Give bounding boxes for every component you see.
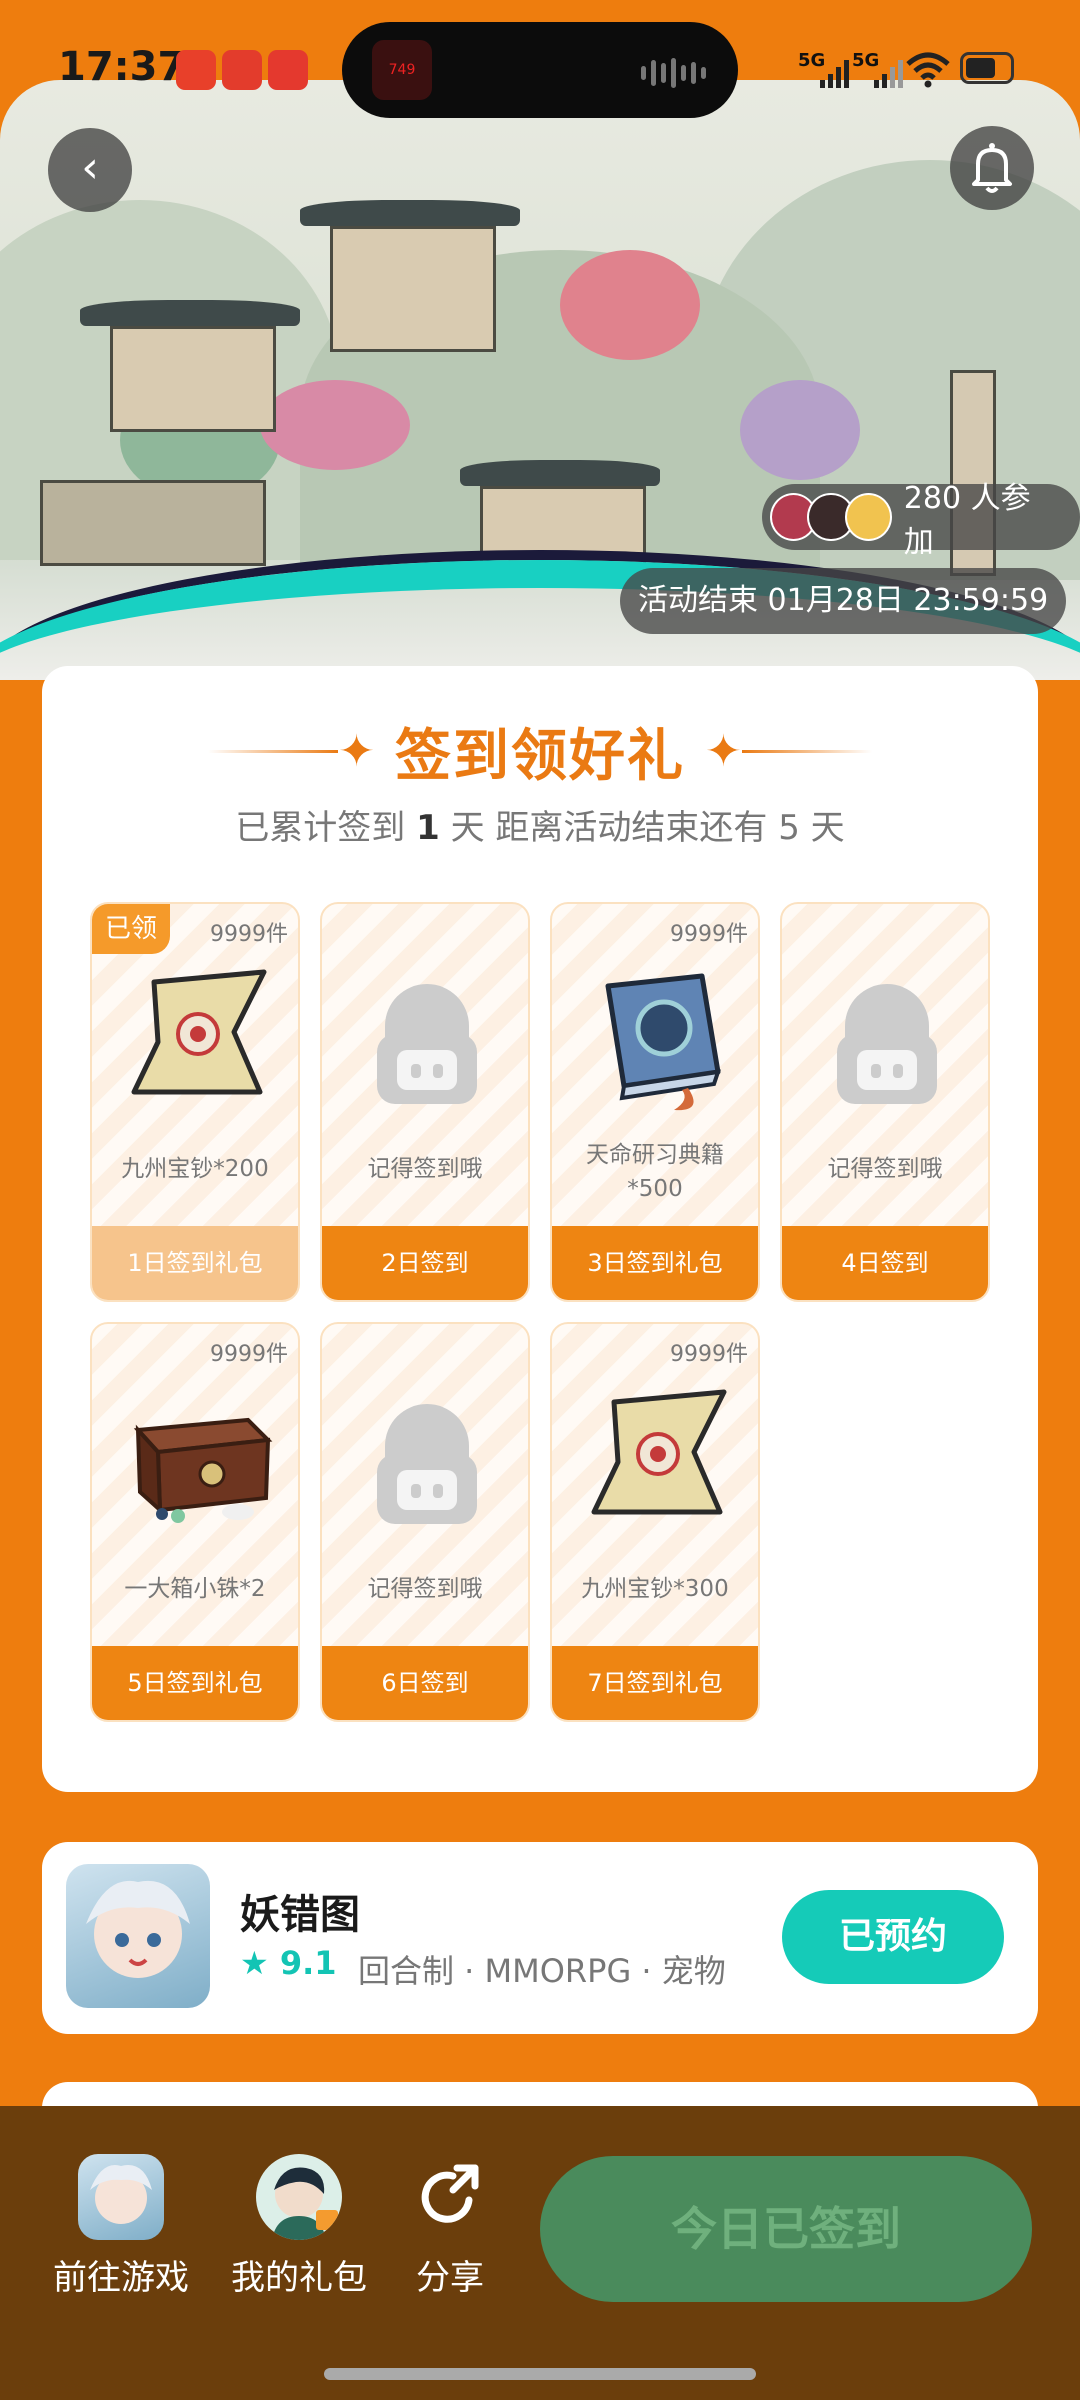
checkin-subtitle: 已累计签到 1 天 距离活动结束还有 5 天	[235, 808, 845, 848]
gift-name: 记得签到哦	[367, 1156, 483, 1182]
toutiao-app-icon	[268, 50, 308, 90]
participants-count: 280 人参加	[903, 481, 1031, 560]
back-button[interactable]: ‹	[48, 128, 132, 212]
chevron-left-icon: ‹	[81, 142, 99, 193]
status-time: 17:37	[58, 44, 186, 90]
reserved-button[interactable]: 已预约	[782, 1890, 1004, 1984]
character-avatar-icon	[256, 2154, 342, 2240]
go-game-label: 前往游戏	[53, 2258, 189, 2298]
news-app-icon	[176, 50, 216, 90]
status-bar: 17:37 749 5G 5G	[0, 0, 1080, 140]
dynamic-island: 749	[342, 22, 738, 118]
signed-today-button[interactable]: 今日已签到	[540, 2156, 1032, 2302]
gift-name: 记得签到哦	[367, 1576, 483, 1602]
share-button[interactable]: 分享	[400, 2154, 500, 2299]
avatar	[844, 493, 892, 541]
gift-day-3[interactable]: 9999件 天命研习典籍 *500 3日签到礼包	[550, 902, 760, 1302]
gift-footer: 7日签到礼包	[552, 1646, 758, 1720]
game-icon	[66, 1864, 210, 2008]
gift-footer: 1日签到礼包	[92, 1226, 298, 1300]
gift-name: 九州宝钞*300	[581, 1576, 729, 1602]
days-signed: 1	[416, 808, 440, 848]
treasure-note-icon	[131, 969, 267, 1095]
game-rating: ★ 9.1	[240, 1944, 337, 1982]
gift-day-1[interactable]: 已领 9999件 九州宝钞*200 1日签到礼包	[90, 902, 300, 1302]
sparkle-icon: ✦	[338, 725, 375, 777]
gift-stock: 9999件	[670, 922, 748, 947]
gift-stock: 9999件	[670, 1342, 748, 1367]
game-name: 妖错图	[240, 1892, 360, 1938]
checkin-title: 签到领好礼	[395, 723, 685, 789]
gift-day-2[interactable]: 记得签到哦 2日签到	[320, 902, 530, 1302]
share-icon	[421, 2164, 479, 2223]
gift-footer: 3日签到礼包	[552, 1226, 758, 1300]
gift-footer: 5日签到礼包	[92, 1646, 298, 1720]
gift-name: 天命研习典籍 *500	[586, 1142, 724, 1202]
placeholder-mascot-icon	[377, 1404, 477, 1524]
star-icon: ★	[240, 1944, 269, 1982]
gift-day-6[interactable]: 记得签到哦 6日签到	[320, 1322, 530, 1722]
audio-wave-icon	[641, 58, 706, 88]
claimed-badge: 已领	[92, 904, 170, 954]
wifi-icon	[906, 52, 950, 88]
my-gifts-button[interactable]: 我的礼包	[226, 2154, 372, 2299]
gift-day-4[interactable]: 记得签到哦 4日签到	[780, 902, 990, 1302]
gift-day-5[interactable]: 9999件 一大箱小铢*2 5日签到礼包	[90, 1322, 300, 1722]
gift-stock: 9999件	[210, 1342, 288, 1367]
game-card[interactable]: 妖错图 ★ 9.1 回合制 · MMORPG · 宠物 已预约	[42, 1842, 1038, 2034]
sparkle-icon: ✦	[705, 725, 742, 777]
share-label: 分享	[416, 2258, 484, 2298]
checkin-card: ✦ 签到领好礼 ✦ 已累计签到 1 天 距离活动结束还有 5 天 已领 9999…	[42, 666, 1038, 1792]
event-end-time: 活动结束 01月28日 23:59:59	[620, 568, 1067, 634]
gift-name: 记得签到哦	[827, 1156, 943, 1182]
gift-footer: 6日签到	[322, 1646, 528, 1720]
gift-day-7[interactable]: 9999件 九州宝钞*300 7日签到礼包	[550, 1322, 760, 1722]
participants-badge: 280 人参加	[762, 481, 1080, 560]
battery-icon	[960, 52, 1014, 84]
gift-footer: 2日签到	[322, 1226, 528, 1300]
shopping-app-icon	[222, 50, 262, 90]
game-tags: 回合制 · MMORPG · 宠物	[358, 1952, 726, 1990]
checkin-title-row: ✦ 签到领好礼 ✦	[42, 716, 1038, 789]
gift-footer: 4日签到	[782, 1226, 988, 1300]
go-game-button[interactable]: 前往游戏	[48, 2154, 194, 2299]
notification-button[interactable]	[950, 126, 1034, 210]
gift-name: 一大箱小铢*2	[124, 1576, 266, 1602]
book-icon	[605, 973, 721, 1111]
signal-bars-icon-2	[874, 60, 903, 88]
media-thumbnail: 749	[372, 40, 432, 100]
game-avatar-icon	[78, 2154, 164, 2240]
bottom-action-bar: 前往游戏 我的礼包 分享 今日已签到	[0, 2106, 1080, 2400]
gift-name: 九州宝钞*200	[121, 1156, 269, 1182]
home-indicator[interactable]	[324, 2368, 756, 2380]
my-gifts-label: 我的礼包	[231, 2258, 367, 2298]
placeholder-mascot-icon	[837, 984, 937, 1104]
placeholder-mascot-icon	[377, 984, 477, 1104]
gift-stock: 9999件	[210, 922, 288, 947]
bell-icon	[972, 143, 1012, 193]
signal-bars-icon	[820, 60, 849, 88]
treasure-note-icon	[591, 1389, 727, 1515]
treasure-chest-icon	[133, 1417, 273, 1523]
